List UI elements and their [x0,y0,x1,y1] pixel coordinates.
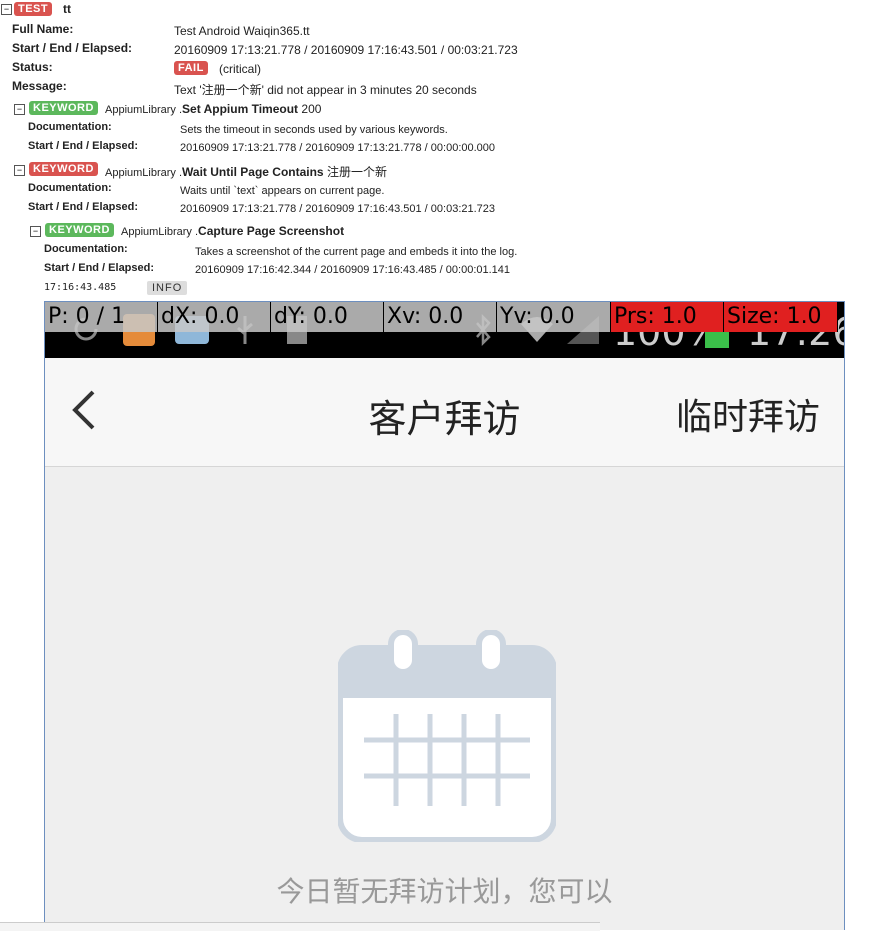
keyword-1-doc-label: Documentation: [28,121,112,133]
app-toolbar: 客户拜访 临时拜访 [45,358,844,467]
keyword-1-times-label: Start / End / Elapsed: [28,140,139,152]
test-collapse-toggle[interactable]: − [1,4,12,15]
pointer-count: P: 0 / 1 [45,302,158,332]
status-label: Status: [12,60,53,74]
full-name-value: Test Android Waiqin365.tt [174,24,310,38]
phone-screenshot[interactable]: 100% 17:26 P: 0 / 1 dX: 0.0 dY: 0.0 Xv: … [44,301,845,930]
pointer-yv: Yv: 0.0 [497,302,611,332]
keyword-1-badge: KEYWORD [29,101,98,115]
pointer-dx: dX: 0.0 [158,302,271,332]
keyword-2-name: AppiumLibrary .Wait Until Page Contains … [105,163,387,180]
keyword-1-doc: Sets the timeout in seconds used by vari… [180,124,448,136]
status-badge: FAIL [174,61,208,75]
keyword-2-doc: Waits until `text` appears on current pa… [180,185,385,197]
keyword-2-doc-label: Documentation: [28,182,112,194]
keyword-3-library: AppiumLibrary . [121,226,199,238]
keyword-2-badge: KEYWORD [29,162,98,176]
keyword-1-times: 20160909 17:13:21.778 / 20160909 17:13:2… [180,142,496,154]
keyword-1-args: 200 [298,102,322,116]
keyword-2-times-label: Start / End / Elapsed: [28,201,139,213]
status-extra: (critical) [219,62,261,76]
pointer-xv: Xv: 0.0 [384,302,497,332]
keyword-2-collapse-toggle[interactable]: − [14,165,25,176]
keyword-2-args: 注册一个新 [323,165,387,179]
log-time: 17:16:43.485 [44,282,117,293]
pointer-size: Size: 1.0 [724,302,838,332]
keyword-1-library: AppiumLibrary . [105,104,183,116]
keyword-3-badge: KEYWORD [45,223,114,237]
keyword-2-keyword: Wait Until Page Contains [182,165,324,179]
test-badge: TEST [14,2,53,16]
keyword-3-name: AppiumLibrary .Capture Page Screenshot [121,224,344,238]
empty-state-text: 今日暂无拜访计划，您可以 [276,875,613,908]
message-value: Text '注册一个新' did not appear in 3 minutes… [174,83,477,97]
pointer-pressure: Prs: 1.0 [611,302,724,332]
keyword-1-name: AppiumLibrary .Set Appium Timeout 200 [105,102,321,116]
keyword-3-times-label: Start / End / Elapsed: [44,262,155,274]
test-times-value: 20160909 17:13:21.778 / 20160909 17:16:4… [174,43,518,57]
keyword-2-library: AppiumLibrary . [105,167,183,179]
test-times-label: Start / End / Elapsed: [12,41,133,55]
keyword-3-doc: Takes a screenshot of the current page a… [195,246,518,258]
keyword-3-collapse-toggle[interactable]: − [30,226,41,237]
keyword-1-keyword: Set Appium Timeout [182,102,299,116]
keyword-3-keyword: Capture Page Screenshot [198,224,345,238]
log-level-badge: INFO [147,281,188,295]
keyword-2-times: 20160909 17:13:21.778 / 20160909 17:16:4… [180,203,496,215]
message-label: Message: [12,79,67,93]
keyword-3-doc-label: Documentation: [44,243,128,255]
calendar-icon [338,630,556,842]
temporary-visit-button[interactable]: 临时拜访 [676,388,820,440]
test-name: tt [63,2,71,16]
keyword-1-collapse-toggle[interactable]: − [14,104,25,115]
keyword-3-times: 20160909 17:16:42.344 / 20160909 17:16:4… [195,264,511,276]
pointer-location-overlay: P: 0 / 1 dX: 0.0 dY: 0.0 Xv: 0.0 Yv: 0.0… [45,302,844,332]
pointer-dy: dY: 0.0 [271,302,384,332]
full-name-label: Full Name: [12,22,74,36]
